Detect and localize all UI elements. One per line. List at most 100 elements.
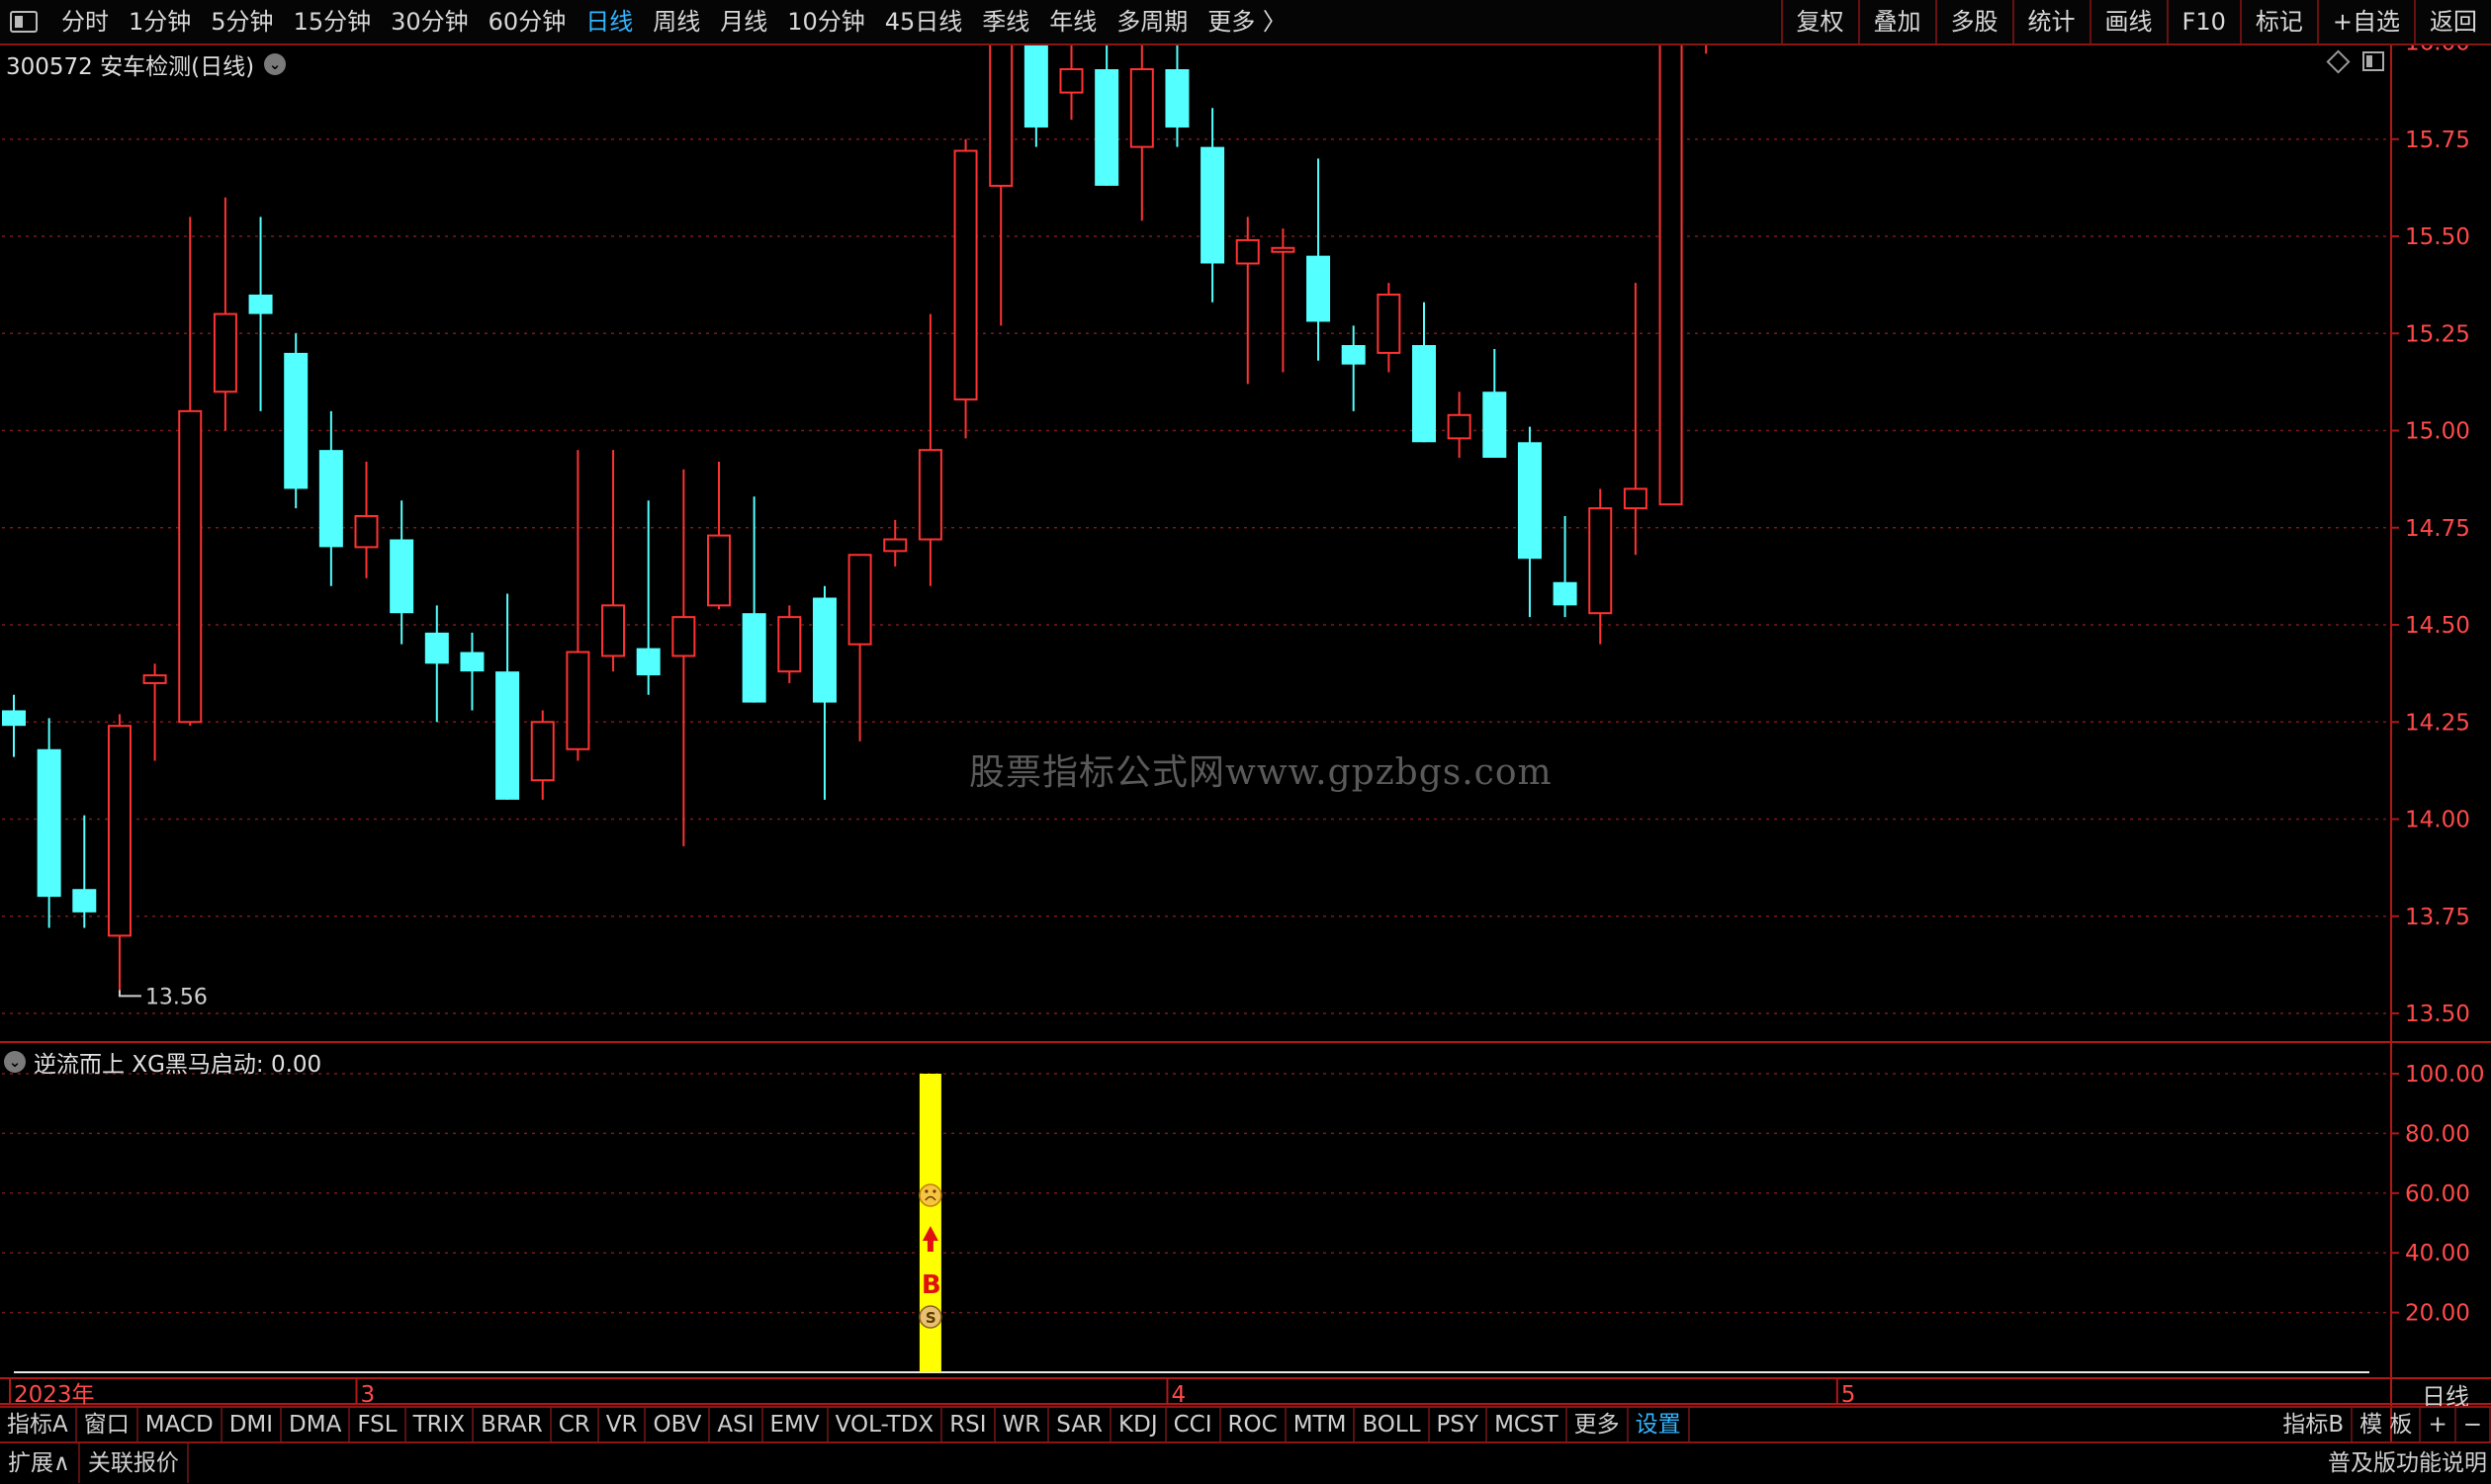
period-2[interactable]: 5分钟 [201, 0, 283, 44]
tab-1[interactable]: 窗口 [77, 1408, 138, 1441]
face-eye [925, 1189, 929, 1193]
tab-21[interactable]: BOLL [1355, 1408, 1430, 1441]
candle-body [601, 604, 626, 657]
date-label: 5 [1841, 1382, 1856, 1408]
tab-22[interactable]: PSY [1430, 1408, 1488, 1441]
candle [178, 217, 203, 727]
panel-toggle-icon[interactable] [2362, 51, 2384, 71]
indicator-tabs: 指标A 窗口 MACD DMI DMA FSL TRIX BRAR CR VR OBV ASI EMV V… [0, 1408, 1690, 1441]
period-4[interactable]: 30分钟 [381, 0, 479, 44]
tab-23[interactable]: MCST [1487, 1408, 1567, 1441]
tab-14[interactable]: RSI [942, 1408, 996, 1441]
period-13[interactable]: 多周期 [1107, 0, 1198, 44]
candle [601, 450, 626, 672]
tab-right-3[interactable]: − [2456, 1408, 2491, 1441]
period-12[interactable]: 年线 [1039, 0, 1107, 44]
candle-body [671, 616, 696, 657]
indicator-title-row: ⌄ 逆流而上 XG黑马启动: 0.00 [4, 1045, 321, 1079]
chart-area[interactable]: 13.50 13.75 14.00 14.25 14.50 14.75 15.00 15.25… [0, 0, 2491, 1484]
toolbar-button-8[interactable]: 返回 [2414, 0, 2491, 44]
status-item-0[interactable]: 扩展∧ [0, 1443, 80, 1483]
date-label: 2023年 [14, 1382, 95, 1408]
tab-4[interactable]: DMA [282, 1408, 351, 1441]
toolbar-button-7[interactable]: +自选 [2316, 0, 2414, 44]
tab-18[interactable]: CCI [1167, 1408, 1221, 1441]
tab-25[interactable]: 设置 [1629, 1408, 1690, 1441]
tab-19[interactable]: ROC [1221, 1408, 1287, 1441]
sell-marker: S [926, 1309, 936, 1327]
tab-6[interactable]: TRIX [406, 1408, 475, 1441]
tab-right-0[interactable]: 指标B [2275, 1408, 2354, 1441]
window-toggle-icon[interactable] [10, 11, 38, 33]
period-10[interactable]: 45日线 [875, 0, 973, 44]
toolbar-button-1[interactable]: 叠加 [1857, 0, 1935, 44]
candle [248, 217, 273, 411]
candle-body [530, 721, 555, 782]
status-item-1[interactable]: 关联报价 [80, 1443, 189, 1483]
toolbar-button-3[interactable]: 统计 [2011, 0, 2090, 44]
period-14[interactable]: 更多 〉 [1198, 0, 1296, 44]
candle [989, 0, 1014, 326]
candle-body [883, 538, 908, 553]
diamond-icon[interactable] [2326, 48, 2351, 74]
candle-body [72, 889, 97, 913]
tab-20[interactable]: MTM [1287, 1408, 1356, 1441]
candle [918, 313, 942, 586]
chevron-down-icon[interactable]: ⌄ [264, 53, 287, 75]
tab-right-1[interactable]: 模 板 [2353, 1408, 2422, 1441]
date-label: 4 [1171, 1382, 1186, 1408]
period-7[interactable]: 周线 [643, 0, 710, 44]
period-1[interactable]: 1分钟 [119, 0, 201, 44]
toolbar-button-4[interactable]: 画线 [2089, 0, 2167, 44]
period-6[interactable]: 日线 [576, 0, 643, 44]
tab-16[interactable]: SAR [1049, 1408, 1112, 1441]
chevron-down-icon[interactable]: ⌄ [4, 1051, 26, 1073]
tab-13[interactable]: VOL-TDX [829, 1408, 943, 1441]
indicator-tick-label: 100.00 [2405, 1062, 2484, 1088]
tab-2[interactable]: MACD [138, 1408, 222, 1441]
tab-9[interactable]: VR [599, 1408, 647, 1441]
candle-body [1447, 413, 1471, 440]
candle [390, 500, 414, 645]
candle-body [1553, 581, 1577, 606]
period-0[interactable]: 分时 [51, 0, 119, 44]
tab-5[interactable]: FSL [350, 1408, 406, 1441]
candle-body [1658, 0, 1683, 506]
face-eye [933, 1189, 936, 1193]
period-8[interactable]: 月线 [710, 0, 777, 44]
candle-body [636, 648, 661, 676]
tab-right-2[interactable]: + [2421, 1408, 2456, 1441]
status-right[interactable]: 普及版功能说明 [2328, 1443, 2487, 1483]
tab-3[interactable]: DMI [222, 1408, 283, 1441]
toolbar-button-5[interactable]: F10 [2166, 0, 2240, 44]
candle-body [1129, 68, 1154, 148]
candle-body [918, 449, 942, 541]
toolbar-button-2[interactable]: 多股 [1934, 0, 2012, 44]
period-11[interactable]: 季线 [972, 0, 1039, 44]
period-5[interactable]: 60分钟 [479, 0, 577, 44]
tab-0[interactable]: 指标A [0, 1408, 77, 1441]
candle-body [953, 149, 978, 401]
face-icon [919, 1183, 942, 1207]
period-3[interactable]: 15分钟 [284, 0, 382, 44]
candle [1482, 348, 1507, 459]
candle [1095, 30, 1119, 186]
tab-24[interactable]: 更多 [1567, 1408, 1629, 1441]
tab-12[interactable]: EMV [763, 1408, 829, 1441]
period-9[interactable]: 10分钟 [777, 0, 875, 44]
candle [777, 605, 802, 683]
tab-17[interactable]: KDJ [1112, 1408, 1167, 1441]
candle-body [495, 671, 520, 800]
tab-8[interactable]: CR [552, 1408, 599, 1441]
toolbar-button-0[interactable]: 复权 [1780, 0, 1858, 44]
candle-body [1306, 255, 1331, 322]
tab-7[interactable]: BRAR [474, 1408, 552, 1441]
tab-15[interactable]: WR [996, 1408, 1050, 1441]
tab-10[interactable]: OBV [646, 1408, 711, 1441]
tab-11[interactable]: ASI [710, 1408, 763, 1441]
candle-body [847, 554, 872, 646]
price-tick-label: 13.75 [2405, 905, 2470, 930]
toolbar-button-6[interactable]: 标记 [2239, 0, 2317, 44]
candle-body [742, 613, 766, 703]
candle-body [1271, 246, 1295, 253]
